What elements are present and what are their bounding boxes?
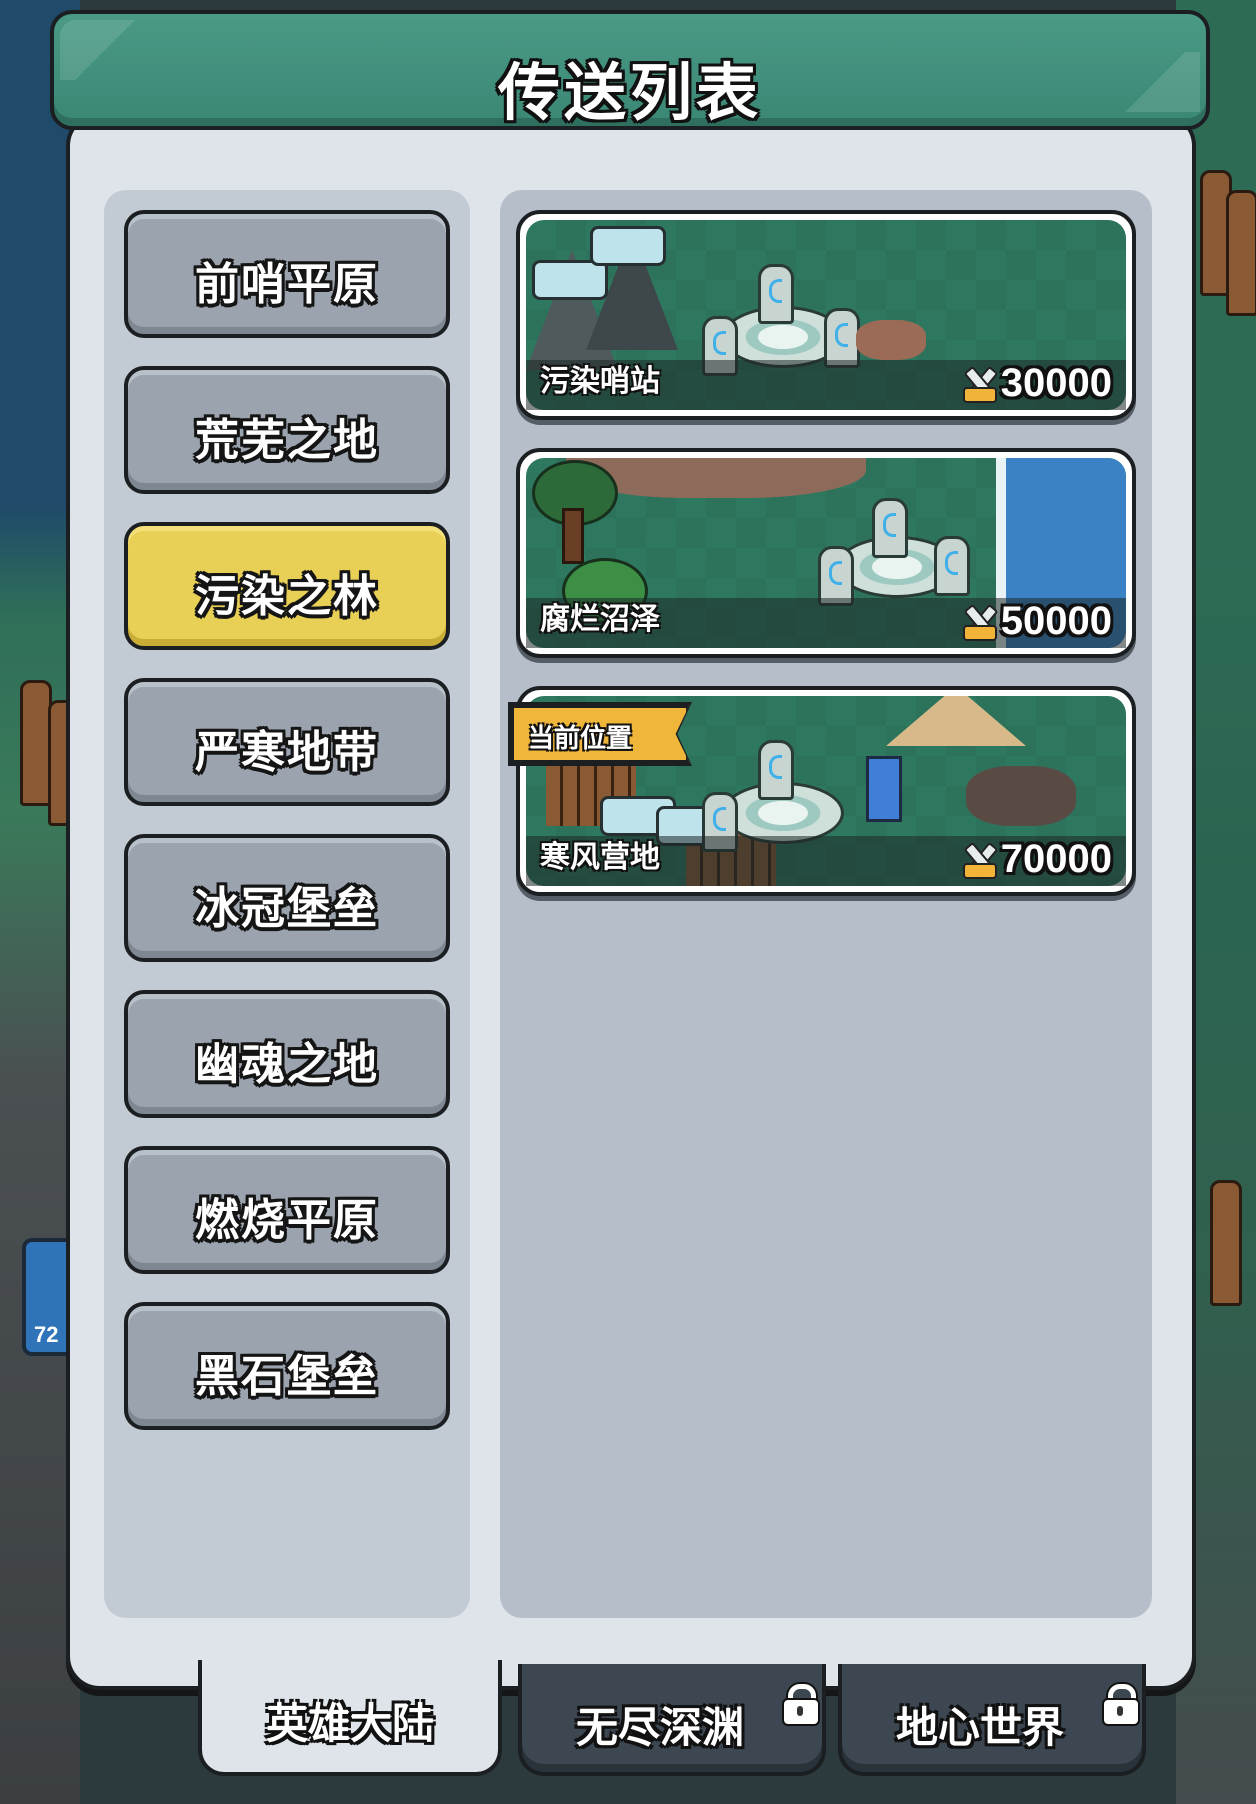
cost-value: 30000 <box>1000 361 1112 405</box>
region-label: 严寒地带 <box>195 727 379 778</box>
region-button-frontier-plains[interactable]: 前哨平原 <box>124 210 450 338</box>
tab-earth-core-world[interactable]: 地心世界 <box>838 1664 1146 1776</box>
region-label: 燃烧平原 <box>195 1195 379 1246</box>
tile-number: 72 <box>34 1322 59 1347</box>
region-label: 幽魂之地 <box>195 1039 379 1090</box>
region-button-ghost-lands[interactable]: 幽魂之地 <box>124 990 450 1118</box>
region-button-barren-lands[interactable]: 荒芜之地 <box>124 366 450 494</box>
rune-stone-icon <box>872 498 908 558</box>
campfire-icon <box>856 320 926 360</box>
lock-icon <box>782 1684 820 1726</box>
destination-cost: 30000 <box>959 361 1112 406</box>
destination-name: 污染哨站 <box>540 364 660 399</box>
tab-label: 无尽深渊 <box>575 1703 744 1752</box>
region-label: 前哨平原 <box>195 259 379 310</box>
destination-cost: 70000 <box>959 837 1112 882</box>
tab-label: 英雄大陆 <box>265 1699 434 1748</box>
page-title: 传送列表 <box>497 56 762 129</box>
scorched-ground <box>966 766 1076 826</box>
destination-card-rotten-swamp[interactable]: 腐烂沼泽 50000 <box>516 448 1136 658</box>
region-button-polluted-forest[interactable]: 污染之林 <box>124 522 450 650</box>
crossed-swords-icon <box>959 841 999 880</box>
fence-post <box>1210 1180 1242 1306</box>
destination-card-polluted-outpost[interactable]: 污染哨站 30000 <box>516 210 1136 420</box>
snow-icon <box>590 226 666 266</box>
snow-icon <box>532 260 608 300</box>
tent-icon <box>886 696 1026 746</box>
rune-stone-icon <box>934 536 970 596</box>
current-location-label: 当前位置 <box>528 724 633 754</box>
rune-stone-icon <box>824 308 860 368</box>
destination-cost: 50000 <box>959 599 1112 644</box>
region-button-burning-plains[interactable]: 燃烧平原 <box>124 1146 450 1274</box>
region-label: 荒芜之地 <box>195 415 379 466</box>
crossed-swords-icon <box>959 365 999 404</box>
cost-value: 50000 <box>1000 599 1112 643</box>
tab-endless-abyss[interactable]: 无尽深渊 <box>518 1664 826 1776</box>
region-button-frigid-zone[interactable]: 严寒地带 <box>124 678 450 806</box>
fence-post <box>1226 190 1256 316</box>
region-label: 黑石堡垒 <box>195 1351 379 1402</box>
current-location-tag: 当前位置 <box>510 704 690 764</box>
region-button-icecrown-fortress[interactable]: 冰冠堡垒 <box>124 834 450 962</box>
destination-name: 寒风营地 <box>540 840 660 875</box>
region-label: 冰冠堡垒 <box>195 883 379 934</box>
rune-stone-icon <box>758 740 794 800</box>
crossed-swords-icon <box>959 603 999 642</box>
rune-stone-icon <box>818 546 854 606</box>
lock-icon <box>1102 1684 1140 1726</box>
rune-stone-icon <box>758 264 794 324</box>
cost-value: 70000 <box>1000 837 1112 881</box>
panel-header: 传送列表 <box>50 10 1210 130</box>
region-button-blackstone-fortress[interactable]: 黑石堡垒 <box>124 1302 450 1430</box>
region-label: 污染之林 <box>195 571 379 622</box>
destination-name: 腐烂沼泽 <box>540 602 660 637</box>
banner-icon <box>866 756 902 822</box>
tab-hero-continent[interactable]: 英雄大陆 <box>198 1660 502 1776</box>
tree-trunk <box>562 508 584 564</box>
tab-label: 地心世界 <box>895 1703 1064 1752</box>
